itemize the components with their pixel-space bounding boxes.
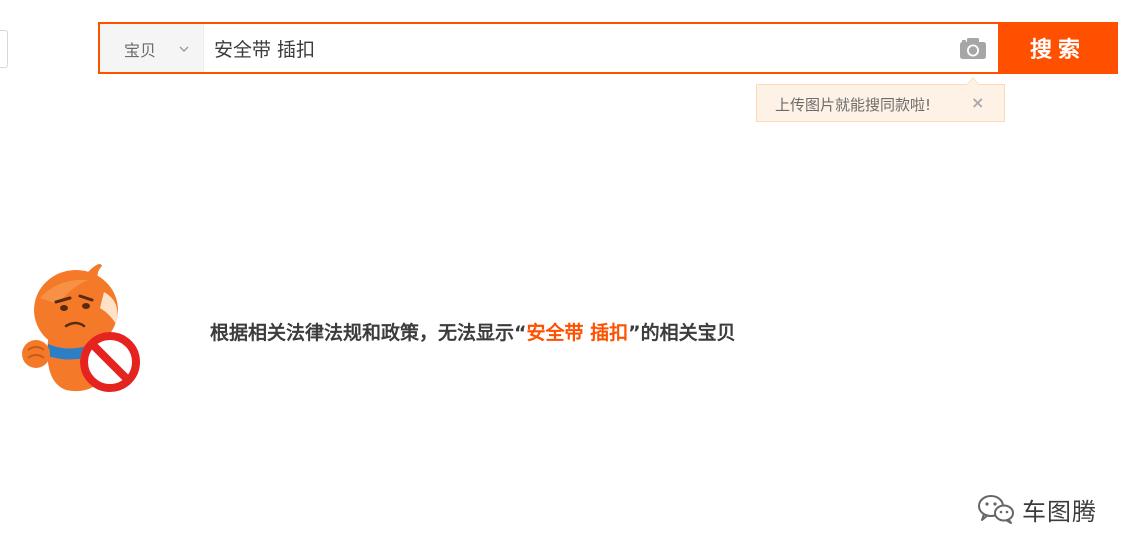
restriction-notice: 根据相关法律法规和政策，无法显示“安全带 插扣”的相关宝贝 <box>210 318 736 345</box>
image-search-tooltip: 上传图片就能搜同款啦! × <box>756 77 1005 122</box>
prohibited-mascot-icon <box>22 264 140 392</box>
search-results-page: 宝贝 搜索 上传图片就能搜同款啦! × <box>0 0 1146 559</box>
search-button[interactable]: 搜索 <box>998 22 1118 74</box>
watermark: 车图腾 <box>976 494 1097 526</box>
search-form: 宝贝 搜索 <box>98 22 1118 74</box>
search-scope-select[interactable]: 宝贝 <box>100 24 204 72</box>
close-icon[interactable]: × <box>971 93 984 112</box>
tooltip-arrow <box>966 77 980 85</box>
wechat-icon <box>978 495 1014 524</box>
tooltip-text: 上传图片就能搜同款啦! <box>775 96 932 114</box>
left-partial-control[interactable] <box>0 30 8 68</box>
search-scope-label: 宝贝 <box>124 41 157 60</box>
notice-prefix: 根据相关法律法规和政策，无法显示“ <box>210 322 527 344</box>
notice-suffix: ”的相关宝贝 <box>628 322 736 344</box>
camera-icon[interactable] <box>958 36 988 60</box>
notice-keyword: 安全带 插扣 <box>526 322 629 344</box>
search-input[interactable] <box>214 32 934 64</box>
search-box: 宝贝 <box>98 22 998 74</box>
watermark-text: 车图腾 <box>1022 497 1097 526</box>
chevron-down-icon <box>179 46 189 52</box>
